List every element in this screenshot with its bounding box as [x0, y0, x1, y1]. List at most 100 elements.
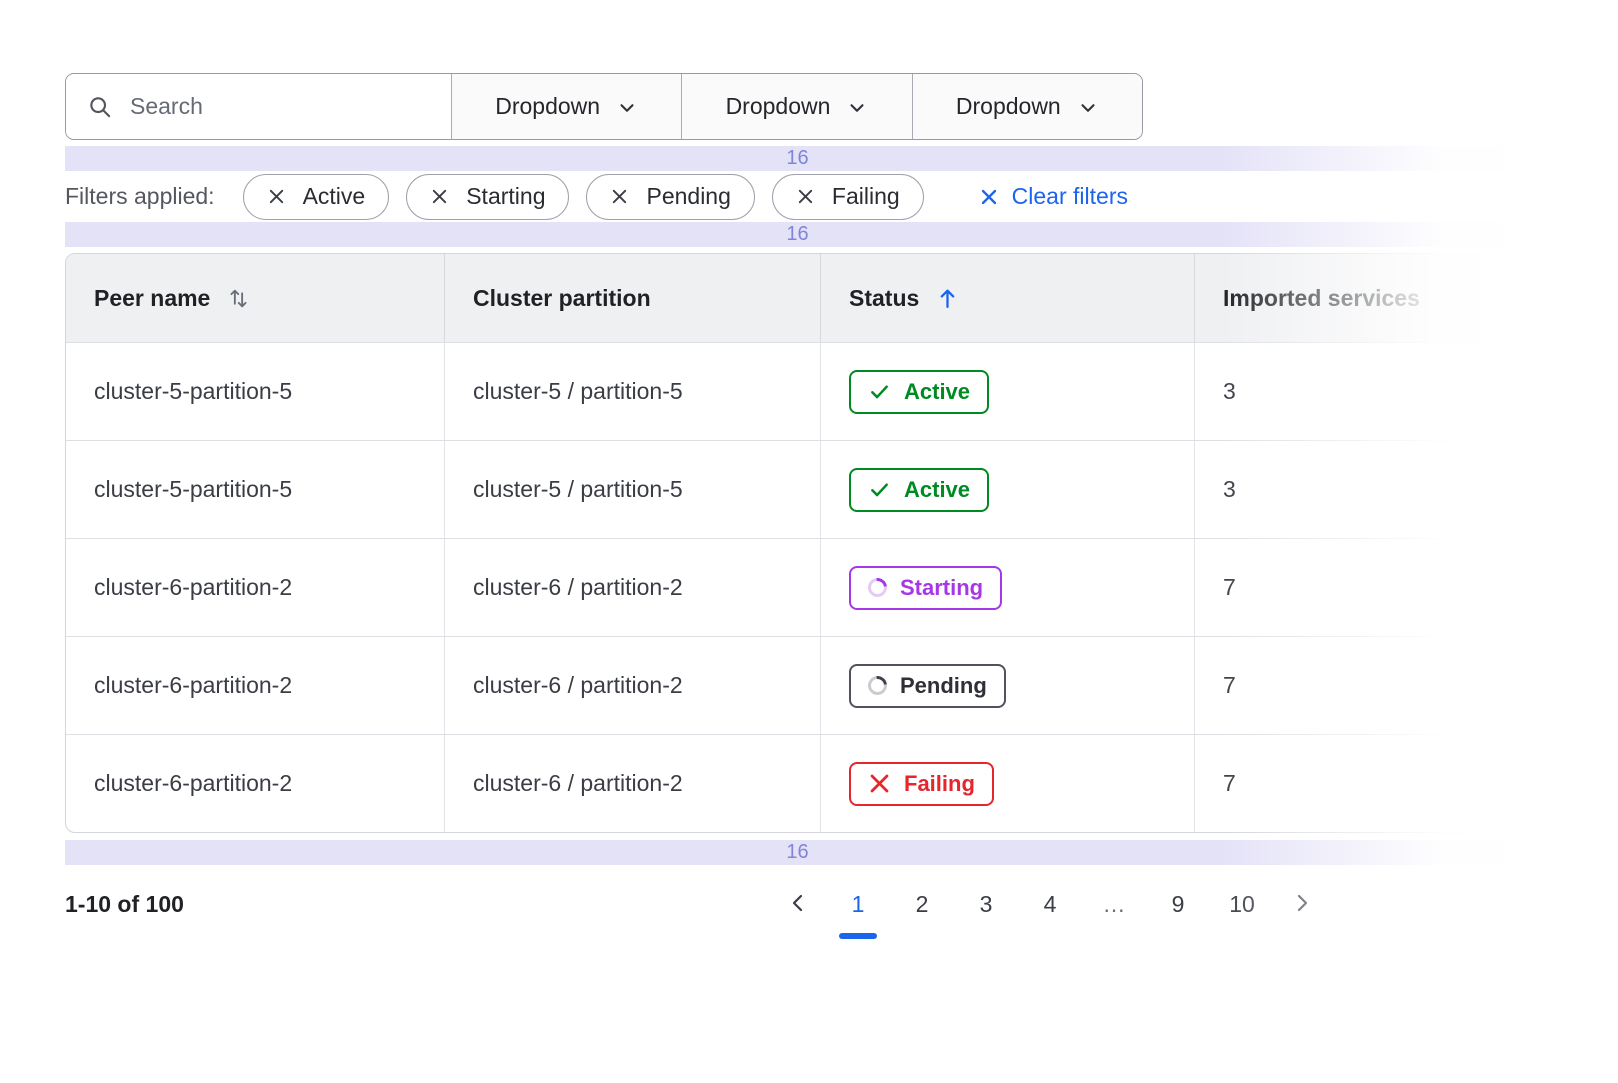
check-icon	[868, 380, 891, 403]
peer-name-cell: cluster-6-partition-2	[66, 637, 444, 734]
cell-text: 7	[1223, 574, 1236, 601]
status-badge-label: Pending	[900, 673, 987, 699]
table-row: cluster-6-partition-2 cluster-6 / partiti…	[66, 734, 1529, 832]
pages-ellipsis: …	[1094, 877, 1134, 918]
filter-chip-label: Pending	[646, 183, 730, 210]
filter-chip-group: Active Starting Pending Failing	[243, 174, 924, 220]
dropdown-button-2[interactable]: Dropdown	[681, 74, 911, 139]
peer-name-cell: cluster-5-partition-5	[66, 343, 444, 440]
dropdown-group: Dropdown Dropdown Dropdown	[451, 74, 1142, 139]
remove-filter-icon[interactable]	[796, 187, 815, 206]
page-3-button[interactable]: 3	[966, 877, 1006, 918]
table-body: cluster-5-partition-5 cluster-5 / partiti…	[66, 342, 1529, 832]
cluster-partition-cell: cluster-5 / partition-5	[444, 343, 820, 440]
filters-bar: Filters applied: Active Starting Pending Fa…	[65, 171, 1618, 222]
cluster-partition-cell: cluster-6 / partition-2	[444, 539, 820, 636]
pagination-bar: 1-10 of 100 1234…910	[65, 877, 1530, 939]
table-row: cluster-5-partition-5 cluster-5 / partiti…	[66, 342, 1529, 440]
status-badge-label: Active	[904, 379, 970, 405]
cell-text: cluster-6-partition-2	[94, 770, 292, 797]
column-label: Peer name	[94, 285, 210, 312]
spacing-indicator-bottom: 16	[65, 840, 1530, 865]
dropdown-label: Dropdown	[726, 93, 831, 120]
cell-text: cluster-5-partition-5	[94, 476, 292, 503]
search-icon	[87, 94, 113, 120]
next-page-button[interactable]	[1286, 877, 1318, 918]
filter-chip-pending[interactable]: Pending	[586, 174, 754, 220]
column-header-peer-name[interactable]: Peer name	[66, 254, 444, 342]
filter-chip-label: Active	[303, 183, 366, 210]
cell-text: cluster-5 / partition-5	[473, 378, 683, 405]
cell-text: cluster-6-partition-2	[94, 574, 292, 601]
sort-swap-vertical-icon	[226, 286, 251, 311]
imported-services-cell: 7	[1194, 735, 1529, 832]
peers-table: Peer name Cluster partition Status Impor…	[65, 253, 1530, 833]
status-cell: Pending	[820, 637, 1194, 734]
status-badge-starting: Starting	[849, 566, 1002, 610]
spacing-value: 16	[786, 841, 808, 864]
x-icon	[868, 772, 891, 795]
status-badge-label: Failing	[904, 771, 975, 797]
dropdown-label: Dropdown	[495, 93, 600, 120]
table-header-row: Peer name Cluster partition Status Impor…	[66, 254, 1529, 342]
clear-filters-link[interactable]: Clear filters	[979, 183, 1128, 210]
page-10-button[interactable]: 10	[1222, 877, 1262, 918]
status-badge-label: Active	[904, 477, 970, 503]
spacing-indicator-middle: 16	[65, 222, 1530, 247]
filter-toolbar: Dropdown Dropdown Dropdown	[65, 73, 1143, 140]
cell-text: cluster-5 / partition-5	[473, 476, 683, 503]
filter-chip-label: Starting	[466, 183, 545, 210]
chevron-down-icon	[846, 97, 868, 119]
cell-text: 3	[1223, 476, 1236, 503]
dropdown-label: Dropdown	[956, 93, 1061, 120]
remove-filter-icon[interactable]	[430, 187, 449, 206]
cell-text: cluster-6 / partition-2	[473, 672, 683, 699]
chevron-down-icon	[1077, 97, 1099, 119]
clear-filters-label: Clear filters	[1012, 183, 1128, 210]
table-row: cluster-6-partition-2 cluster-6 / partiti…	[66, 636, 1529, 734]
column-header-status[interactable]: Status	[820, 254, 1194, 342]
cluster-partition-cell: cluster-5 / partition-5	[444, 441, 820, 538]
sort-arrow-up-icon	[935, 286, 960, 311]
filter-chip-active[interactable]: Active	[243, 174, 390, 220]
cluster-partition-cell: cluster-6 / partition-2	[444, 735, 820, 832]
chevron-down-icon	[616, 97, 638, 119]
filter-chip-label: Failing	[832, 183, 900, 210]
clear-filters-x-icon	[979, 187, 999, 207]
search-input[interactable]	[128, 92, 430, 121]
page-2-button[interactable]: 2	[902, 877, 942, 918]
remove-filter-icon[interactable]	[267, 187, 286, 206]
remove-filter-icon[interactable]	[610, 187, 629, 206]
spacing-value: 16	[786, 223, 808, 246]
imported-services-cell: 3	[1194, 441, 1529, 538]
previous-page-button[interactable]	[782, 877, 814, 918]
column-header-cluster-partition: Cluster partition	[444, 254, 820, 342]
cell-text: 7	[1223, 672, 1236, 699]
dropdown-button-1[interactable]: Dropdown	[451, 74, 681, 139]
cell-text: cluster-6 / partition-2	[473, 770, 683, 797]
cell-text: cluster-6 / partition-2	[473, 574, 683, 601]
column-header-imported-services: Imported services	[1194, 254, 1529, 342]
table-row: cluster-6-partition-2 cluster-6 / partiti…	[66, 538, 1529, 636]
page-9-button[interactable]: 9	[1158, 877, 1198, 918]
peers-page: Dropdown Dropdown Dropdown 16 Filters appl…	[0, 73, 1618, 1083]
check-icon	[868, 478, 891, 501]
peer-name-cell: cluster-6-partition-2	[66, 735, 444, 832]
column-label: Cluster partition	[473, 285, 651, 312]
status-cell: Failing	[820, 735, 1194, 832]
imported-services-cell: 7	[1194, 637, 1529, 734]
dropdown-button-3[interactable]: Dropdown	[912, 74, 1142, 139]
page-1-button[interactable]: 1	[838, 877, 878, 939]
page-controls: 1234 … 9 10	[782, 877, 1318, 939]
imported-services-cell: 7	[1194, 539, 1529, 636]
peer-name-cell: cluster-5-partition-5	[66, 441, 444, 538]
filters-applied-label: Filters applied:	[65, 183, 215, 210]
filter-chip-starting[interactable]: Starting	[406, 174, 569, 220]
cell-text: cluster-6-partition-2	[94, 672, 292, 699]
chevron-right-icon	[1290, 891, 1314, 918]
spacing-indicator-top: 16	[65, 146, 1530, 171]
column-label: Status	[849, 285, 919, 312]
cluster-partition-cell: cluster-6 / partition-2	[444, 637, 820, 734]
filter-chip-failing[interactable]: Failing	[772, 174, 924, 220]
page-4-button[interactable]: 4	[1030, 877, 1070, 918]
